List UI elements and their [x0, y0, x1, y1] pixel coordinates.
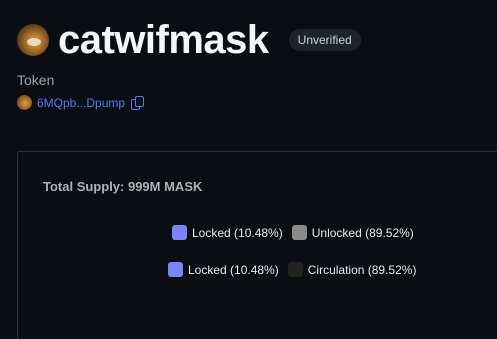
token-avatar-icon	[17, 24, 49, 56]
legend-swatch-unlocked	[291, 225, 307, 240]
legend-label-circulation: Circulation (89.52%)	[307, 262, 417, 277]
legend-swatch-circulation	[287, 262, 303, 277]
legend-label-unlocked: Unlocked (89.52%)	[311, 225, 414, 240]
copy-icon[interactable]	[131, 96, 145, 110]
token-address-link[interactable]: 6MQpb...Dpump	[37, 96, 125, 110]
legend-swatch-locked-2	[168, 262, 183, 277]
token-page: catwifmask Unverified Token 6MQpb...Dpum…	[0, 0, 497, 339]
legend-label-locked-2: Locked (10.48%)	[188, 262, 279, 277]
legend-label-locked: Locked (10.48%)	[192, 225, 283, 240]
legend-swatch-locked	[172, 225, 187, 240]
legend-circulation[interactable]: Circulation (89.52%)	[287, 262, 417, 277]
token-title: catwifmask	[58, 18, 269, 62]
supply-card: Total Supply: 999M MASK Locked (10.48%) …	[17, 151, 497, 339]
token-type-label: Token	[17, 72, 55, 88]
circulation-legend: Locked (10.48%) Circulation (89.52%)	[168, 262, 425, 277]
lock-legend: Locked (10.48%) Unlocked (89.52%)	[172, 225, 423, 240]
unverified-badge: Unverified	[288, 29, 361, 51]
total-supply-label: Total Supply: 999M MASK	[43, 179, 203, 194]
legend-locked[interactable]: Locked (10.48%)	[172, 225, 283, 240]
token-address-row: 6MQpb...Dpump	[17, 95, 145, 110]
legend-unlocked[interactable]: Unlocked (89.52%)	[291, 225, 414, 240]
token-header: catwifmask Unverified	[17, 20, 361, 60]
legend-locked-2[interactable]: Locked (10.48%)	[168, 262, 279, 277]
token-small-avatar-icon	[17, 95, 32, 110]
